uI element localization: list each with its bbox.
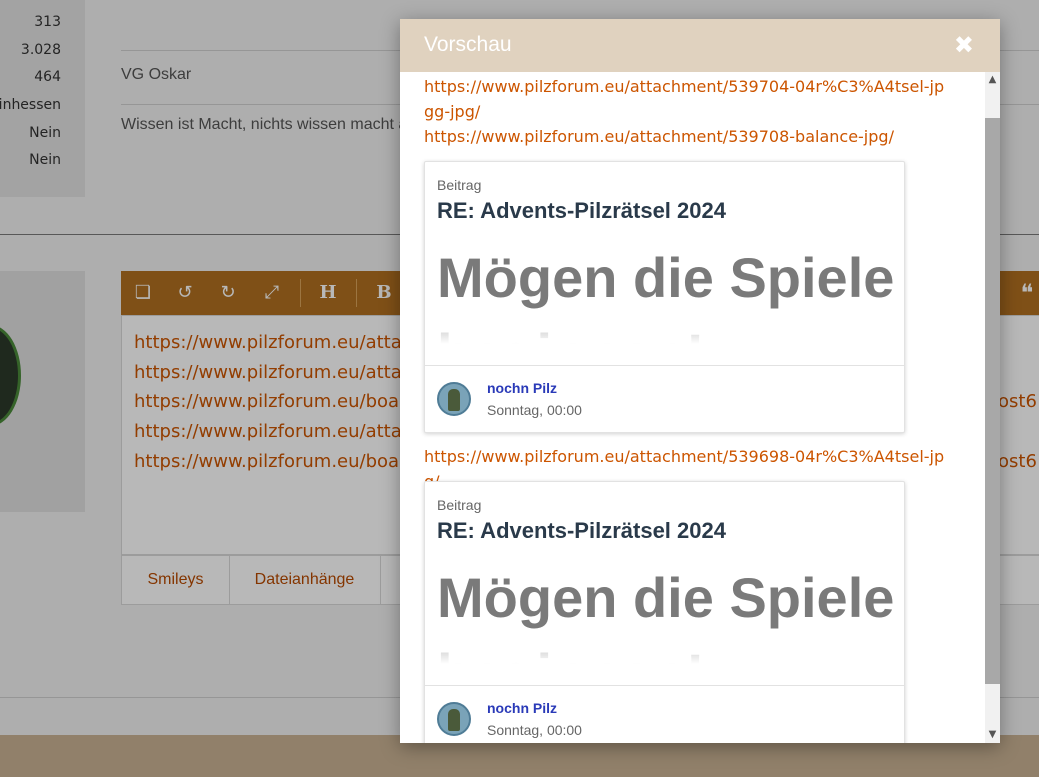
avatar[interactable] (437, 702, 471, 736)
embed-footer: nochn Pilz Sonntag, 00:00 (425, 685, 904, 743)
excerpt-fade (425, 632, 904, 685)
close-icon[interactable]: ✖ (954, 31, 974, 59)
embed-content: Beitrag RE: Advents-Pilzrätsel 2024 Möge… (425, 482, 904, 685)
embed-type-label: Beitrag (437, 177, 482, 193)
excerpt-fade (425, 312, 904, 365)
author-name[interactable]: nochn Pilz (487, 380, 557, 396)
embed-content: Beitrag RE: Advents-Pilzrätsel 2024 Möge… (425, 162, 904, 365)
dialog-header: Vorschau ✖ (400, 19, 1000, 72)
scroll-down-icon[interactable]: ▼ (985, 727, 1000, 743)
embed-title[interactable]: RE: Advents-Pilzrätsel 2024 (437, 518, 726, 544)
post-date: Sonntag, 00:00 (487, 722, 582, 738)
author-name[interactable]: nochn Pilz (487, 700, 557, 716)
scrollbar-thumb[interactable] (985, 118, 1000, 684)
embedded-post-card[interactable]: Beitrag RE: Advents-Pilzrätsel 2024 Möge… (424, 161, 905, 433)
avatar[interactable] (437, 382, 471, 416)
embedded-post-card[interactable]: Beitrag RE: Advents-Pilzrätsel 2024 Möge… (424, 481, 905, 743)
embed-footer: nochn Pilz Sonntag, 00:00 (425, 365, 904, 433)
dialog-body: https://www.pilzforum.eu/attachment/5397… (400, 72, 985, 743)
post-date: Sonntag, 00:00 (487, 402, 582, 418)
dialog-title: Vorschau (424, 33, 512, 56)
embed-title[interactable]: RE: Advents-Pilzrätsel 2024 (437, 198, 726, 224)
preview-link[interactable]: https://www.pilzforum.eu/attachment/5397… (424, 74, 954, 124)
preview-dialog: Vorschau ✖ https://www.pilzforum.eu/atta… (400, 19, 1000, 743)
preview-link[interactable]: https://www.pilzforum.eu/attachment/5397… (424, 124, 954, 149)
scroll-up-icon[interactable]: ▲ (985, 72, 1000, 88)
scrollbar[interactable]: ▲ ▼ (985, 72, 1000, 743)
embed-type-label: Beitrag (437, 497, 482, 513)
